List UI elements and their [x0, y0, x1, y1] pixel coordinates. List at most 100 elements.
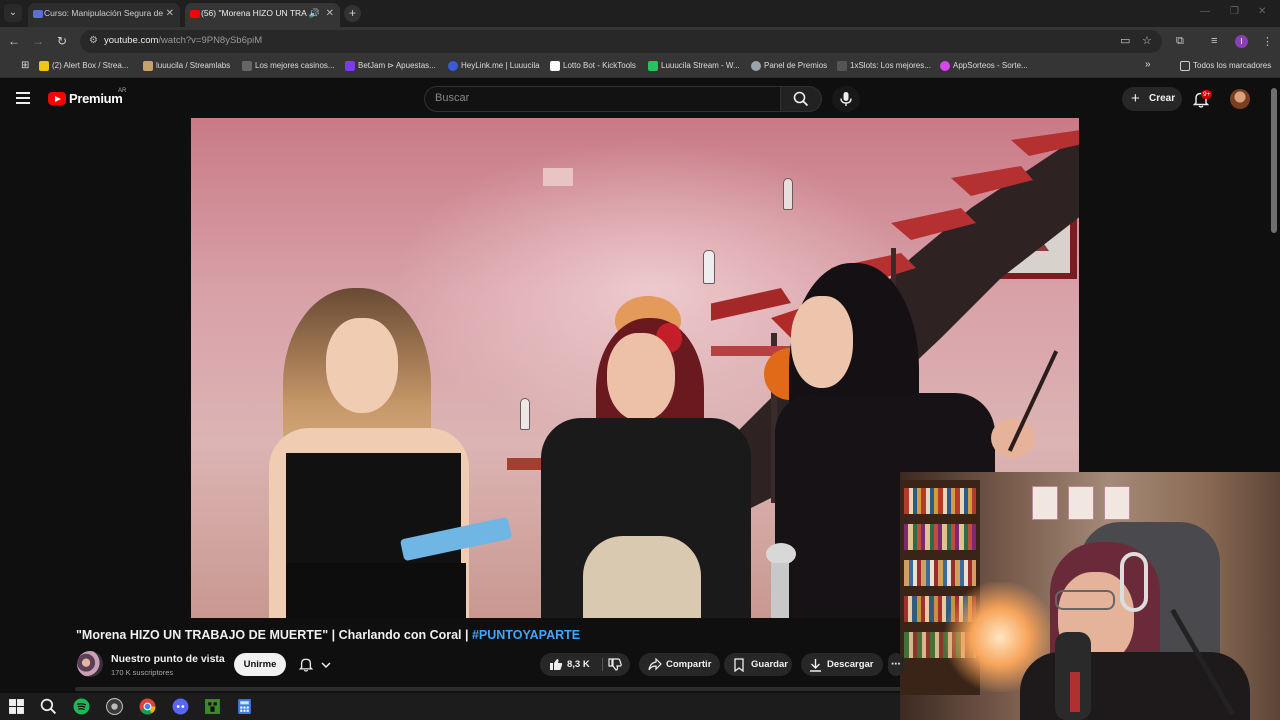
bookmark-item[interactable]: HeyLink.me | Luuucila [448, 61, 540, 71]
extensions-icon[interactable]: ⧉ [1176, 35, 1184, 48]
voice-search-button[interactable] [832, 86, 860, 112]
create-label: Crear [1149, 93, 1176, 104]
wall-card [1068, 486, 1094, 520]
lamp [783, 178, 793, 210]
profile-avatar[interactable]: I [1235, 35, 1248, 48]
more-dots-icon: ⋯ [891, 659, 901, 670]
plus-icon: + [1131, 90, 1140, 107]
like-dislike-group: 8,3 K [540, 653, 630, 676]
save-button[interactable]: Guardar [724, 653, 792, 676]
bookmark-item[interactable]: Luuucila Stream - W... [648, 61, 740, 71]
bookmark-item[interactable]: Los mejores casinos... [242, 61, 335, 71]
windows-start-icon[interactable] [8, 698, 25, 715]
apps-grid-icon[interactable]: ⊞ [8, 60, 29, 71]
address-bar[interactable]: ⚙ youtube.com/watch?v=9PN8ySb6piM ▭ ☆ [80, 30, 1162, 53]
subscription-bell-button[interactable] [294, 653, 344, 676]
search-icon [793, 91, 809, 107]
minimize-icon[interactable]: — [1200, 6, 1210, 17]
alertbox-icon [39, 61, 49, 71]
bookmark-item[interactable]: AppSorteos - Sorte... [940, 61, 1028, 71]
join-button[interactable]: Unirme [234, 653, 286, 676]
channel-avatar[interactable] [77, 651, 103, 677]
close-window-icon[interactable]: ✕ [1258, 6, 1266, 17]
notifications-badge: 9+ [1201, 90, 1213, 99]
microphone-icon [840, 92, 852, 106]
bookmark-item[interactable]: BetJam ⊳ Apuestas... [345, 61, 436, 71]
download-button[interactable]: Descargar [801, 653, 883, 676]
wall-card [1104, 486, 1130, 520]
cast-icon[interactable]: ▭ [1120, 34, 1130, 47]
save-bookmark-icon [734, 658, 744, 672]
back-icon[interactable]: ← [6, 34, 22, 48]
media-controls-icon[interactable]: ≡ [1211, 35, 1217, 47]
streamlabs-icon [143, 61, 153, 71]
create-button[interactable]: + Crear [1122, 87, 1182, 111]
tab-youtube[interactable]: (56) "Morena HIZO UN TRA 🔊 ✕ [185, 3, 340, 27]
search-box[interactable] [424, 86, 781, 112]
bookmark-star-icon[interactable]: ☆ [1142, 34, 1152, 47]
all-bookmarks-folder[interactable]: Todos los marcadores [1180, 61, 1271, 71]
calculator-icon[interactable] [236, 698, 253, 715]
casino-icon [242, 61, 252, 71]
more-actions-button[interactable]: ⋯ [888, 653, 904, 676]
browser-toolbar: ← → ↻ ⚙ youtube.com/watch?v=9PN8ySb6piM … [0, 27, 1280, 56]
bookmark-item[interactable]: luuucila / Streamlabs [143, 61, 230, 71]
new-tab-button[interactable]: + [344, 5, 361, 22]
reload-icon[interactable]: ↻ [54, 34, 70, 48]
bookmark-item[interactable]: (2) Alert Box / Strea... [39, 61, 128, 71]
bell-icon [299, 658, 313, 672]
speaker-icon[interactable]: 🔊 [309, 3, 320, 24]
hamburger-menu-icon[interactable] [16, 92, 30, 107]
kicktools-icon [550, 61, 560, 71]
bookmark-item[interactable]: Lotto Bot - KickTools [550, 61, 636, 71]
dislike-icon[interactable] [608, 658, 622, 671]
microphone-prop [766, 543, 796, 565]
globe-icon [751, 61, 761, 71]
tab-course[interactable]: Curso: Manipulación Segura de ✕ [28, 3, 180, 27]
heylink-icon [448, 61, 458, 71]
like-icon[interactable] [549, 658, 563, 671]
maximize-icon[interactable]: ❐ [1230, 6, 1239, 17]
more-bookmarks-icon[interactable]: » [1145, 59, 1151, 70]
windows-taskbar [0, 693, 900, 720]
hashtag-link[interactable]: #PUNTOYAPARTE [472, 628, 580, 642]
share-button[interactable]: Compartir [639, 653, 720, 676]
youtube-masthead: Premium AR + Crear 9+ [0, 78, 1280, 118]
save-label: Guardar [751, 659, 788, 670]
tab-course-title: Curso: Manipulación Segura de [44, 8, 164, 18]
bookmark-item[interactable]: Panel de Premios [751, 61, 827, 71]
country-code: AR [118, 88, 127, 94]
obs-icon[interactable] [106, 698, 123, 715]
headphones [1120, 552, 1148, 612]
account-avatar[interactable] [1230, 89, 1250, 109]
wall-card [1032, 486, 1058, 520]
course-favicon-icon [33, 10, 43, 18]
video-title: "Morena HIZO UN TRABAJO DE MUERTE" | Cha… [76, 628, 581, 642]
subscriber-count: 170 K suscriptores [111, 668, 174, 677]
forward-icon[interactable]: → [30, 34, 46, 48]
tab-close-icon[interactable]: ✕ [166, 3, 174, 24]
search-input[interactable] [435, 92, 765, 104]
like-count[interactable]: 8,3 K [567, 653, 590, 676]
minecraft-icon[interactable] [204, 698, 221, 715]
channel-name[interactable]: Nuestro punto de vista [111, 653, 225, 665]
chrome-icon[interactable] [139, 698, 156, 715]
horizontal-scrollbar[interactable] [75, 687, 901, 691]
spotify-icon[interactable] [73, 698, 90, 715]
youtube-logo-icon[interactable] [48, 92, 66, 105]
site-info-icon[interactable]: ⚙ [89, 35, 98, 46]
glasses [1055, 590, 1115, 610]
discord-icon[interactable] [172, 698, 189, 715]
taskbar-search-icon[interactable] [40, 698, 57, 715]
slots-icon [837, 61, 847, 71]
tab-search-icon[interactable]: ⌄ [4, 4, 22, 22]
bookmark-item[interactable]: 1xSlots: Los mejores... [837, 61, 931, 71]
search-button[interactable] [781, 86, 822, 112]
share-label: Compartir [666, 659, 712, 670]
youtube-premium-logo[interactable]: Premium [69, 91, 123, 106]
page-scrollbar[interactable] [1271, 88, 1277, 233]
menu-dots-icon[interactable]: ⋮ [1262, 35, 1273, 48]
url-text: youtube.com/watch?v=9PN8ySb6piM [104, 35, 263, 46]
tab-close-icon[interactable]: ✕ [326, 3, 334, 24]
kick-icon [648, 61, 658, 71]
